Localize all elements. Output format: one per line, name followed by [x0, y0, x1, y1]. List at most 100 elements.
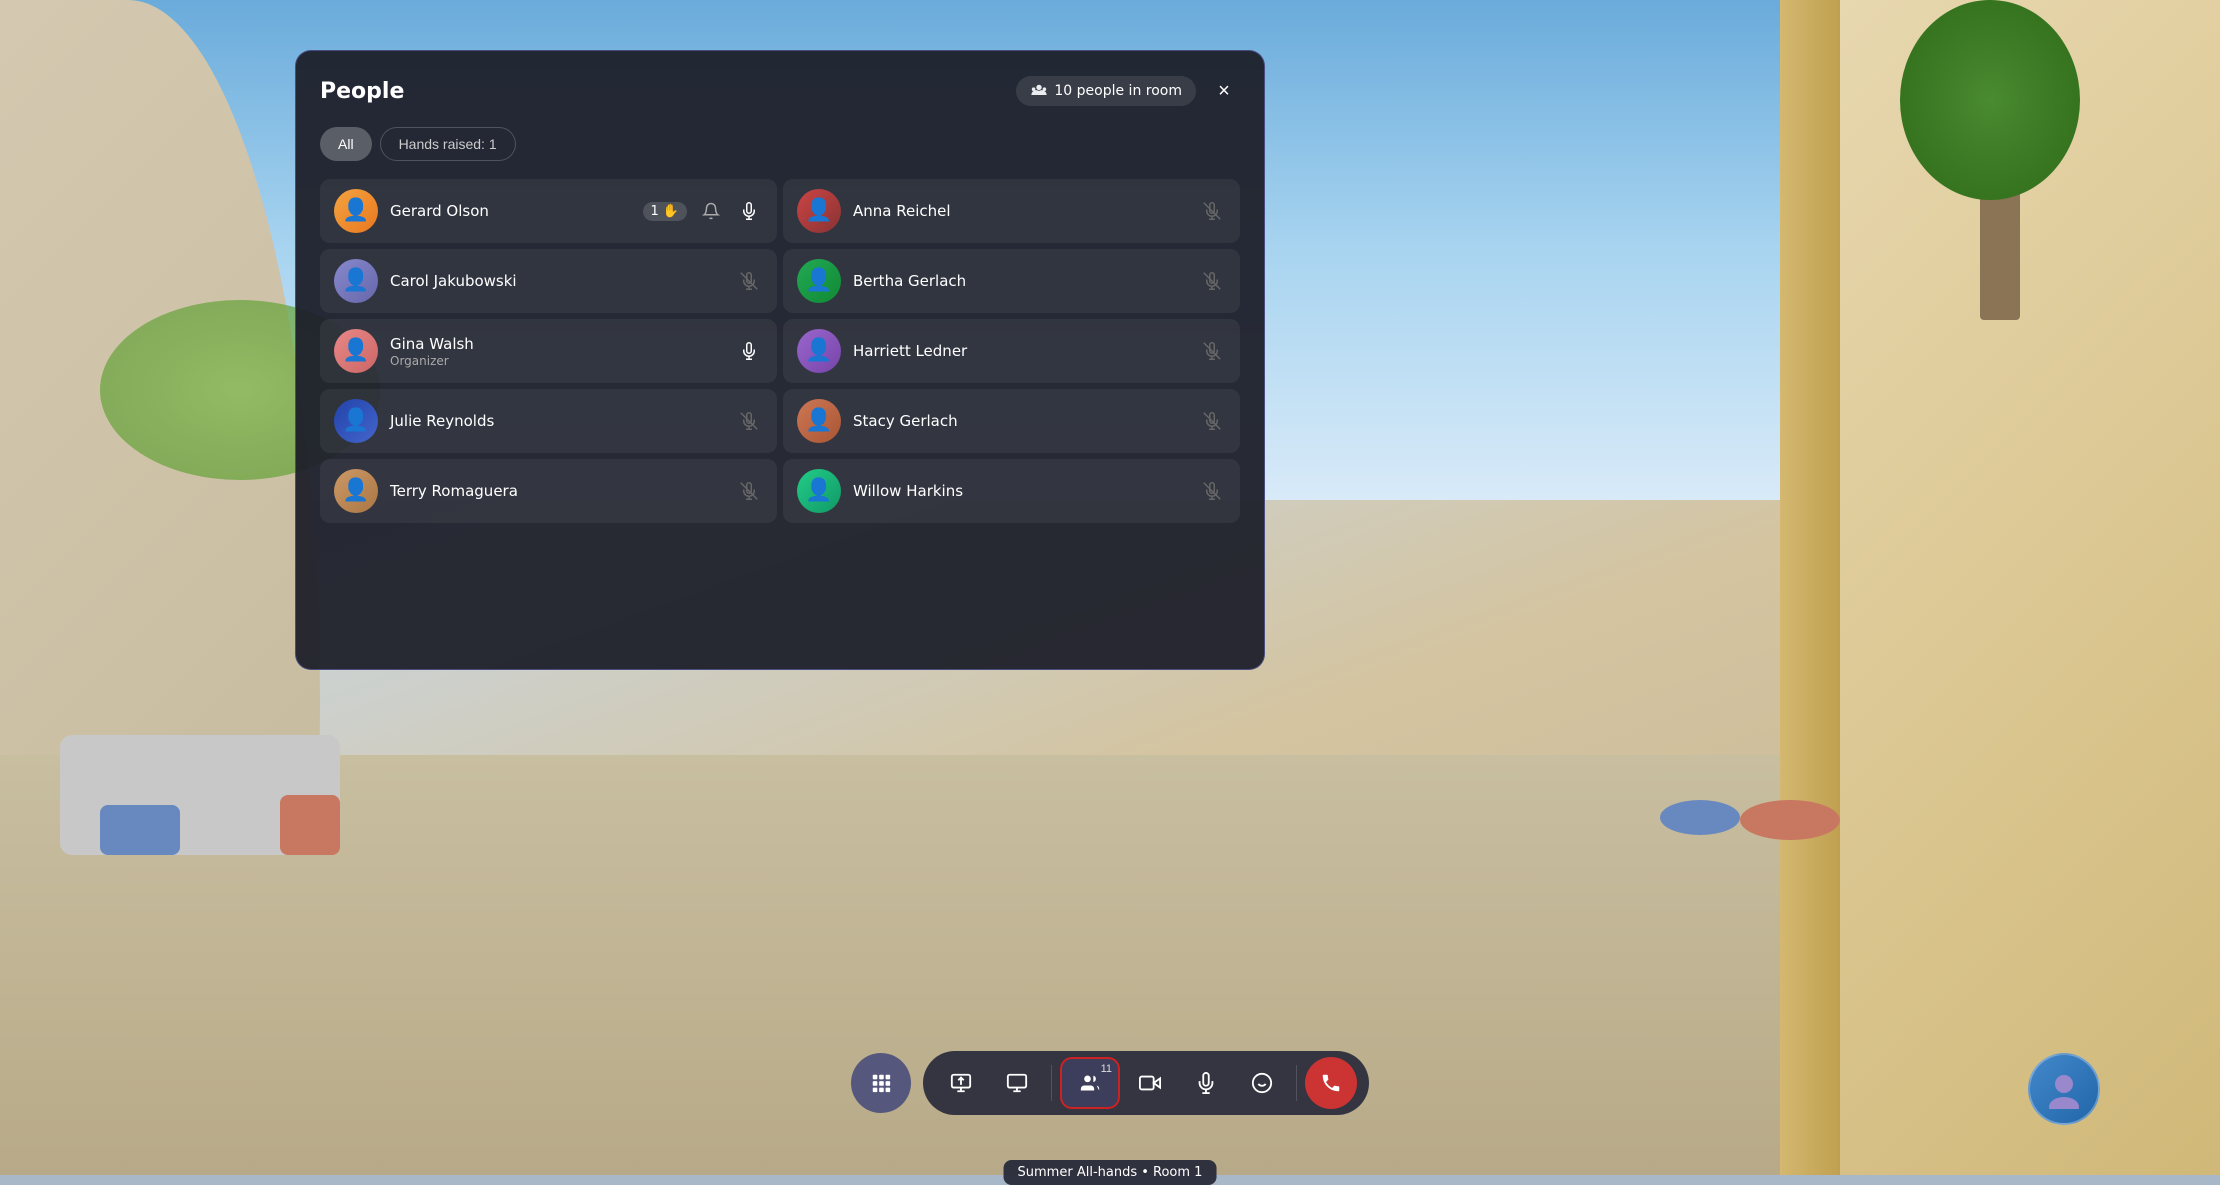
person-info-harriett: Harriett Ledner — [853, 342, 1186, 360]
avatar-face-stacy: 👤 — [805, 410, 832, 432]
person-icons-harriett — [1198, 337, 1226, 365]
avatar-face-julie: 👤 — [342, 410, 369, 432]
avatar-face-gina: 👤 — [342, 340, 369, 362]
camera-button[interactable] — [1124, 1057, 1176, 1109]
person-info-stacy: Stacy Gerlach — [853, 412, 1186, 430]
person-name-harriett: Harriett Ledner — [853, 342, 1186, 360]
cushion-r2 — [1740, 800, 1840, 840]
person-icons-julie — [735, 407, 763, 435]
person-info-carol: Carol Jakubowski — [390, 272, 723, 290]
self-avatar[interactable] — [2028, 1053, 2100, 1125]
mic-icon-terry — [735, 477, 763, 505]
avatar-anna: 👤 — [797, 189, 841, 233]
share-button[interactable] — [935, 1057, 987, 1109]
mic-icon-gina — [735, 337, 763, 365]
avatar-face-gerard: 👤 — [342, 200, 369, 222]
avatar-face-bertha: 👤 — [805, 270, 832, 292]
people-button[interactable]: 11 — [1060, 1057, 1120, 1109]
person-role-gina: Organizer — [390, 354, 723, 368]
person-info-willow: Willow Harkins — [853, 482, 1186, 500]
cushion-r1 — [1660, 800, 1740, 835]
cushion1 — [280, 795, 340, 855]
person-icons-terry — [735, 477, 763, 505]
person-info-gina: Gina Walsh Organizer — [390, 335, 723, 368]
mic-icon-stacy — [1198, 407, 1226, 435]
panel-header-right: 10 people in room × — [1016, 75, 1240, 107]
person-icons-bertha — [1198, 267, 1226, 295]
people-count-badge: 10 people in room — [1016, 76, 1196, 106]
hand-count: 1 — [651, 204, 659, 219]
person-row[interactable]: 👤 Willow Harkins — [783, 459, 1240, 523]
apps-button[interactable] — [851, 1053, 911, 1113]
person-name-anna: Anna Reichel — [853, 202, 1186, 220]
mic-icon-willow — [1198, 477, 1226, 505]
person-info-bertha: Bertha Gerlach — [853, 272, 1186, 290]
hand-emoji: ✋ — [663, 204, 679, 219]
mic-icon-harriett — [1198, 337, 1226, 365]
tab-hands-raised[interactable]: Hands raised: 1 — [380, 127, 516, 161]
people-panel: People 10 people in room × All Hands rai… — [295, 50, 1265, 670]
person-name-terry: Terry Romaguera — [390, 482, 723, 500]
person-info-anna: Anna Reichel — [853, 202, 1186, 220]
avatar-terry: 👤 — [334, 469, 378, 513]
toolbar-divider2 — [1296, 1065, 1297, 1101]
avatar-gerard: 👤 — [334, 189, 378, 233]
person-name-bertha: Bertha Gerlach — [853, 272, 1186, 290]
people-count-toolbar: 11 — [1101, 1063, 1112, 1075]
avatar-face-harriett: 👤 — [805, 340, 832, 362]
avatar-gina: 👤 — [334, 329, 378, 373]
person-info-gerard: Gerard Olson — [390, 202, 631, 220]
mic-icon-bertha — [1198, 267, 1226, 295]
person-icons-anna — [1198, 197, 1226, 225]
person-row[interactable]: 👤 Anna Reichel — [783, 179, 1240, 243]
person-icons-carol — [735, 267, 763, 295]
filter-tabs: All Hands raised: 1 — [320, 127, 1240, 161]
avatar-carol: 👤 — [334, 259, 378, 303]
mic-icon-carol — [735, 267, 763, 295]
mic-icon-anna — [1198, 197, 1226, 225]
person-name-willow: Willow Harkins — [853, 482, 1186, 500]
person-name-gina: Gina Walsh — [390, 335, 723, 353]
person-info-terry: Terry Romaguera — [390, 482, 723, 500]
toolbar-pill: 11 — [923, 1051, 1369, 1115]
end-call-button[interactable] — [1305, 1057, 1357, 1109]
avatar-face-carol: 👤 — [342, 270, 369, 292]
person-row[interactable]: 👤 Stacy Gerlach — [783, 389, 1240, 453]
person-name-carol: Carol Jakubowski — [390, 272, 723, 290]
tab-all[interactable]: All — [320, 127, 372, 161]
person-icons-stacy — [1198, 407, 1226, 435]
right-pillar — [1780, 0, 1840, 1175]
people-grid: 👤 Gerard Olson 1 ✋ 👤 — [320, 179, 1240, 523]
person-icons-gerard: 1 ✋ — [643, 197, 763, 225]
person-row[interactable]: 👤 Julie Reynolds — [320, 389, 777, 453]
media-button[interactable] — [991, 1057, 1043, 1109]
avatar-stacy: 👤 — [797, 399, 841, 443]
person-row[interactable]: 👤 Gerard Olson 1 ✋ — [320, 179, 777, 243]
notify-icon-gerard — [697, 197, 725, 225]
hand-badge-gerard: 1 ✋ — [643, 202, 687, 221]
person-row[interactable]: 👤 Bertha Gerlach — [783, 249, 1240, 313]
avatar-face-terry: 👤 — [342, 480, 369, 502]
tree-top — [1900, 0, 2080, 200]
avatar-bertha: 👤 — [797, 259, 841, 303]
person-row[interactable]: 👤 Carol Jakubowski — [320, 249, 777, 313]
person-row[interactable]: 👤 Harriett Ledner — [783, 319, 1240, 383]
mic-button[interactable] — [1180, 1057, 1232, 1109]
person-row[interactable]: 👤 Terry Romaguera — [320, 459, 777, 523]
avatar-harriett: 👤 — [797, 329, 841, 373]
person-info-julie: Julie Reynolds — [390, 412, 723, 430]
avatar-julie: 👤 — [334, 399, 378, 443]
person-row[interactable]: 👤 Gina Walsh Organizer — [320, 319, 777, 383]
toolbar: 11 Summer All-hands • Room 1 — [851, 1051, 1369, 1115]
panel-header: People 10 people in room × — [320, 75, 1240, 107]
people-count-text: 10 people in room — [1054, 83, 1182, 99]
person-icons-gina — [735, 337, 763, 365]
person-name-julie: Julie Reynolds — [390, 412, 723, 430]
close-button[interactable]: × — [1208, 75, 1240, 107]
person-name-gerard: Gerard Olson — [390, 202, 631, 220]
emoji-button[interactable] — [1236, 1057, 1288, 1109]
panel-title: People — [320, 79, 404, 104]
person-name-stacy: Stacy Gerlach — [853, 412, 1186, 430]
person-icons-willow — [1198, 477, 1226, 505]
avatar-willow: 👤 — [797, 469, 841, 513]
